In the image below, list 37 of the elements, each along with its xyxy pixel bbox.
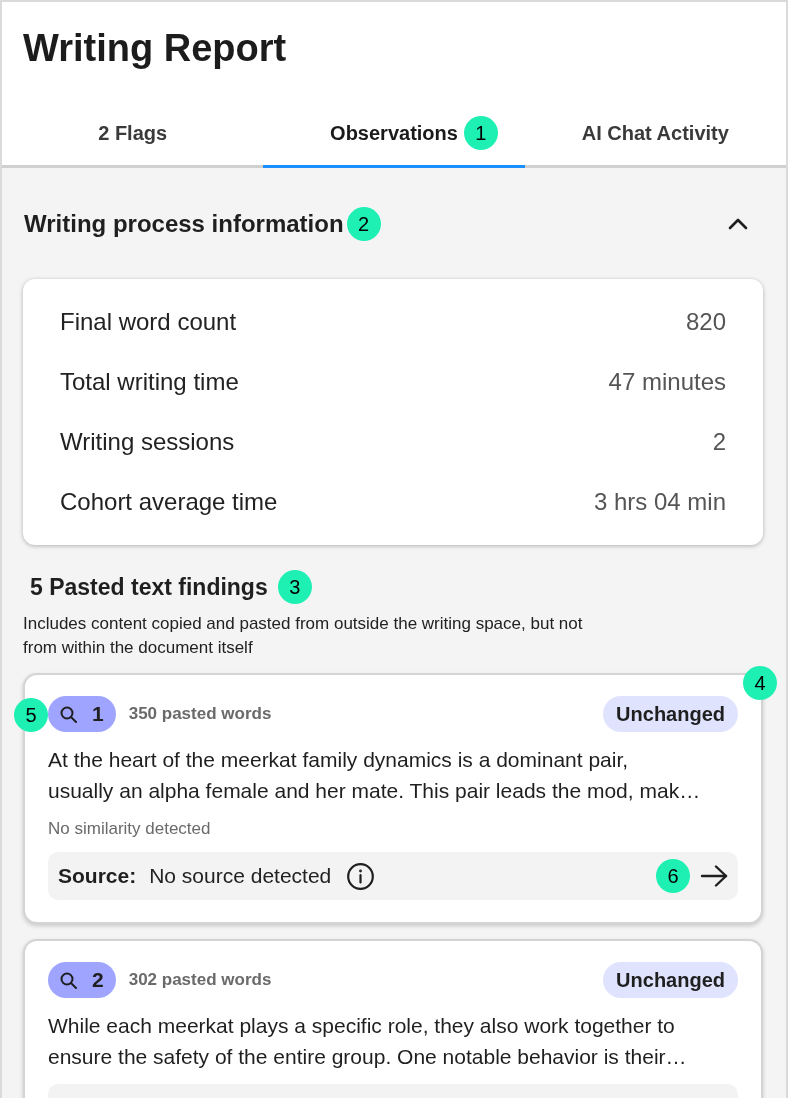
finding-search-button[interactable]: 1 — [48, 696, 116, 732]
source-bar[interactable]: Source: No source detected 6 — [48, 852, 738, 900]
section-title: Writing process information — [24, 209, 344, 239]
section-title: 5 Pasted text findings — [30, 573, 268, 602]
similarity-note: No similarity detected — [48, 818, 211, 840]
pasted-word-count: 302 pasted words — [128, 969, 272, 992]
annotation-marker: 3 — [277, 570, 312, 604]
annotation-marker: 4 — [743, 666, 777, 700]
info-icon[interactable] — [347, 862, 375, 890]
pasted-word-count: 350 pasted words — [128, 703, 272, 726]
source-label: Source: — [58, 863, 137, 890]
stat-value: 3 hrs 04 min — [593, 487, 726, 517]
pasted-text: At the heart of the meerkat family dynamics is a dominant pair, usually an alpha female and her mate. This pair leads the mod, mak… — [48, 747, 702, 804]
section-description: Includes content copied and pasted from outside the writing space, but not from within the document itself — [23, 613, 584, 659]
stat-value: 820 — [685, 307, 726, 337]
status-badge: Unchanged — [603, 962, 738, 998]
tab[interactable]: 2 Flags — [2, 101, 264, 168]
stat-label: Cohort average time — [60, 487, 278, 517]
page-title: Writing Report — [23, 26, 287, 71]
search-icon — [60, 705, 77, 723]
tab[interactable]: AI Chat Activity — [524, 101, 786, 168]
pasted-text: While each meerkat plays a specific role, they also work together to ensure the safety of the entire group. One notable behavior is their… — [48, 1013, 688, 1070]
stat-label: Final word count — [60, 307, 237, 337]
finding-search-button[interactable]: 2 — [48, 962, 116, 998]
annotation-marker: 6 — [656, 859, 690, 893]
arrow-right-icon[interactable] — [700, 865, 728, 887]
stat-label: Writing sessions — [60, 427, 235, 457]
chevron-up-icon[interactable] — [728, 218, 748, 230]
stat-label: Total writing time — [60, 367, 239, 397]
annotation-marker: 2 — [346, 207, 381, 241]
search-icon — [60, 971, 77, 989]
source-value: No source detected — [149, 863, 332, 890]
annotation-marker: 5 — [14, 698, 48, 732]
stat-value: 2 — [712, 427, 726, 457]
stat-value: 47 minutes — [608, 367, 726, 397]
annotation-marker: 1 — [463, 116, 498, 150]
status-badge: Unchanged — [603, 696, 738, 732]
